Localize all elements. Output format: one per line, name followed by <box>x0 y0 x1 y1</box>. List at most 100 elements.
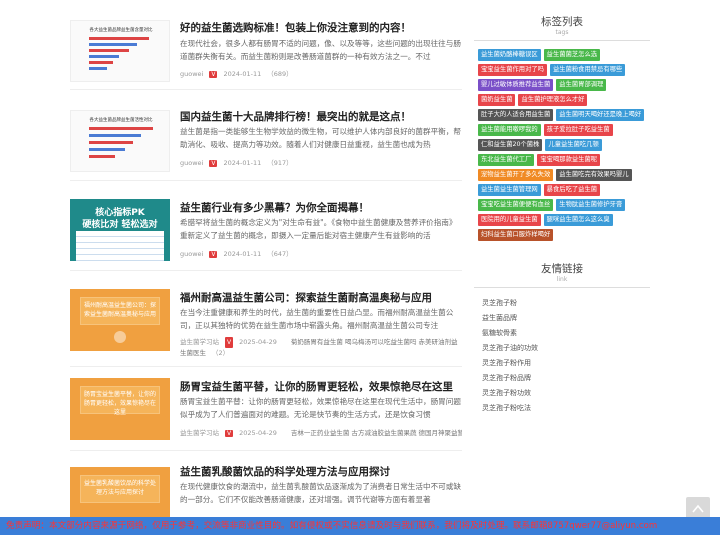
friend-link[interactable]: 灵芝孢子油的功效 <box>482 341 642 356</box>
article-title[interactable]: 益生菌乳酸菌饮品的科学处理方法与应用探讨 <box>180 464 462 479</box>
list-item: 各大益生菌品牌益生菌含量对比 好的益生菌选购标准！包装上你没注意到的内容！ 在现… <box>70 0 462 90</box>
tag-link[interactable]: 宝宝喝那款益生菌呢 <box>537 154 601 166</box>
divider <box>474 40 650 41</box>
article-summary: 希腊罕将益生菌的概念定义为"对生命有益"。《食物中益生菌健康及营养评价指南》重新… <box>180 218 457 240</box>
links-subtitle: link <box>556 276 568 283</box>
view-count: （917） <box>267 159 293 167</box>
tag-link[interactable]: 生物肽益生菌修护牙膏 <box>556 199 626 211</box>
divider <box>474 287 650 288</box>
tag-link[interactable]: 医院用的儿童益生菌 <box>478 214 541 226</box>
tag-link[interactable]: 婴儿过敏体质推荐益生菌 <box>478 79 554 91</box>
publish-date: 2024-01-11 <box>223 250 262 258</box>
verified-badge: V <box>209 71 218 78</box>
list-item: 各大益生菌品牌益生菌活性对比 国内益生菌十大品牌排行榜！最突出的就是这点！ 益生… <box>70 90 462 181</box>
friend-link[interactable]: 灵芝孢子粉品牌 <box>482 371 642 386</box>
tag-link[interactable]: 益生菌粉食用禁忌有哪些 <box>549 64 626 76</box>
article-meta: guowei V 2024-01-11 （647） <box>180 248 462 258</box>
list-item: 肠胃宝益生菌平替，让你的肠胃更轻松，效果惊艳尽在这里 肠胃宝益生菌平替，让你的肠… <box>70 367 462 451</box>
article-summary: 在当今注重健康和养生的时代，益生菌的重要性日益凸显。而福州耐高温益生菌公司，正以… <box>180 308 454 330</box>
list-item: 核心指标PK 硬核比对 轻松选对 益生菌行业有多少黑幕？为你全面揭幕！ 希腊罕将… <box>70 181 462 271</box>
view-count: （689） <box>267 70 293 78</box>
article-title[interactable]: 好的益生菌选购标准！包装上你没注意到的内容！ <box>180 20 462 35</box>
friend-link[interactable]: 氨糖软骨素 <box>482 326 642 341</box>
disclaimer-text: 免责声明：本文部分内容来源于网络，仅用于参考，交流等非商业性目的。如有侵权或不实… <box>6 521 658 531</box>
sidebar: 标签列表 tags 益生菌奶酪棒糖误区 益生菌菌芝怎么选 宝宝益生菌作用对了吗 益生菌… <box>474 0 650 416</box>
article-title[interactable]: 国内益生菌十大品牌排行榜！最突出的就是这点！ <box>180 109 462 124</box>
tag-link[interactable]: 暴食后吃了益生菌 <box>543 184 601 196</box>
tag-link[interactable]: 益生菌吃完有效果吗婴儿 <box>556 169 632 181</box>
publish-date: 2024-01-11 <box>223 70 262 78</box>
article-thumbnail[interactable]: 肠胃宝益生菌平替，让你的肠胃更轻松，效果惊艳尽在这里 <box>70 378 170 440</box>
article-list: 各大益生菌品牌益生菌含量对比 好的益生菌选购标准！包装上你没注意到的内容！ 在现… <box>70 0 462 531</box>
tag-link[interactable]: 儿童益生菌吃几顿 <box>545 139 602 151</box>
tag-link[interactable]: 益生菌奶酪棒糖误区 <box>478 49 541 61</box>
article-summary: 肠胃宝益生菌平替：让你的肠胃更轻松，效果惊艳尽在这里在现代生活中，肠胃问题似乎成… <box>180 397 461 419</box>
thumbnail-caption: 各大益生菌品牌益生菌含量对比 <box>89 28 153 33</box>
author-name[interactable]: guowei <box>180 70 203 78</box>
view-count: （647） <box>267 250 293 258</box>
article-summary: 在现代社会，很多人都有肠胃不适的问题，像、以及等等，这些问题的出现往往与肠道菌群… <box>180 39 461 61</box>
article-summary: 在现代健康饮食的潮流中，益生菌乳酸菌饮品逐渐成为了消费者日常生活中不可或缺的一部… <box>180 482 461 504</box>
article-thumbnail[interactable]: 各大益生菌品牌益生菌含量对比 <box>70 20 170 82</box>
article-meta: guowei V 2024-01-11 （689） <box>180 68 462 78</box>
tag-link[interactable]: 宝宝吃益生菌便便有血丝 <box>478 199 554 211</box>
list-item: 福州耐高温益生菌公司：探索益生菌耐高温奥秘与应用 福州耐高温益生菌公司：探索益生… <box>70 271 462 367</box>
verified-badge: V <box>225 337 234 348</box>
disclaimer-bar: 免责声明：本文部分内容来源于网络，仅用于参考，交流等非商业性目的。如有侵权或不实… <box>0 517 720 535</box>
tag-link[interactable]: 益生菌益生菌管理网 <box>478 184 541 196</box>
tag-link[interactable]: 肚子大的人适合用益生菌 <box>478 109 554 121</box>
thumbnail-caption: 各大益生菌品牌益生菌活性对比 <box>89 118 153 123</box>
emblem-icon <box>114 331 126 343</box>
verified-badge: V <box>209 160 218 167</box>
author-name[interactable]: 益生菌学习站 <box>180 429 219 437</box>
tag-link[interactable]: 东北益生菌代工厂 <box>478 154 535 166</box>
author-name[interactable]: guowei <box>180 250 203 258</box>
friend-link[interactable]: 灵芝孢子粉吃法 <box>482 401 642 416</box>
verified-badge: V <box>209 251 218 258</box>
chevron-up-icon <box>692 504 704 513</box>
tag-link[interactable]: 腿咪益生菌怎么这么臭 <box>543 214 613 226</box>
article-thumbnail[interactable]: 福州耐高温益生菌公司：探索益生菌耐高温奥秘与应用 <box>70 289 170 351</box>
article-meta: guowei V 2024-01-11 （917） <box>180 157 462 167</box>
friend-link[interactable]: 灵芝孢子粉功效 <box>482 386 642 401</box>
thumbnail-subheading: 硬核比对 轻松选对 <box>82 220 158 230</box>
article-title[interactable]: 益生菌行业有多少黑幕？为你全面揭幕！ <box>180 200 462 215</box>
page: 各大益生菌品牌益生菌含量对比 好的益生菌选购标准！包装上你没注意到的内容！ 在现… <box>0 0 720 540</box>
tag-link[interactable]: 益生菌能用嗽啰我的 <box>478 124 541 136</box>
tag-link[interactable]: 孩子爱拉肚子吃益生菌 <box>543 124 613 136</box>
tag-link[interactable]: 益生菌明天喝好还是晚上喝好 <box>556 109 645 121</box>
article-thumbnail[interactable]: 核心指标PK 硬核比对 轻松选对 <box>70 199 170 261</box>
tag-link[interactable]: 妇科益生菌口服炸样喝好 <box>478 229 554 241</box>
friend-link[interactable]: 灵芝孢子粉作用 <box>482 356 642 371</box>
author-name[interactable]: 益生菌学习站 <box>180 338 219 346</box>
tag-link[interactable]: 宠物益生菌开了多久失效 <box>478 169 554 181</box>
article-meta: 益生菌学习站 V 2025-04-29 吉林一正药业益生菌 古方减油胶益生菌果蔬 德国… <box>180 427 462 437</box>
thumbnail-caption: 福州耐高温益生菌公司：探索益生菌耐高温奥秘与应用 <box>83 302 156 318</box>
publish-date: 2025-04-29 <box>239 338 277 346</box>
publish-date: 2024-01-11 <box>223 159 262 167</box>
thumbnail-caption: 肠胃宝益生菌平替，让你的肠胃更轻松，效果惊艳尽在这里 <box>83 391 156 416</box>
publish-date: 2025-04-29 <box>239 429 277 437</box>
tag-link[interactable]: 仁和益生菌20个菌株 <box>478 139 543 151</box>
view-count: （2） <box>212 349 230 357</box>
friend-link[interactable]: 益生菌品牌 <box>482 311 642 326</box>
verified-badge: V <box>225 430 234 437</box>
article-thumbnail[interactable]: 各大益生菌品牌益生菌活性对比 <box>70 110 170 172</box>
tag-link[interactable]: 菌奶益生菌 <box>478 94 516 106</box>
article-summary: 益生菌是指一类能够生生物学效益的微生物，可以维护人体内部良好的菌群平衡，帮助消化… <box>180 127 461 149</box>
tag-link[interactable]: 宝宝益生菌作用对了吗 <box>478 64 547 76</box>
tag-link[interactable]: 益生菌胃部调理 <box>556 79 607 91</box>
author-name[interactable]: guowei <box>180 159 203 167</box>
friend-link[interactable]: 灵芝孢子粉 <box>482 296 642 311</box>
tag-link[interactable]: 益生菌护理液怎么才好 <box>518 94 588 106</box>
tag-cloud: 益生菌奶酪棒糖误区 益生菌菌芝怎么选宝宝益生菌作用对了吗 益生菌粉食用禁忌有哪些婴儿… <box>474 49 650 241</box>
tags-title: 标签列表 <box>541 16 583 28</box>
article-title[interactable]: 福州耐高温益生菌公司：探索益生菌耐高温奥秘与应用 <box>180 290 462 305</box>
tag-link[interactable]: 益生菌菌芝怎么选 <box>543 49 601 61</box>
friend-links: 灵芝孢子粉 益生菌品牌 氨糖软骨素 灵芝孢子油的功效 灵芝孢子粉作用 灵芝孢子粉品牌 灵芝孢… <box>474 296 650 416</box>
thumbnail-caption: 益生菌乳酸菌饮品的科学处理方法与应用探讨 <box>83 480 156 496</box>
article-meta: 益生菌学习站 V 2025-04-29 菊奶肠胃有益生菌 喝乌梅汤可以吃益生菌吗 赤美… <box>180 337 462 359</box>
article-tags[interactable]: 吉林一正药业益生菌 古方减油胶益生菌果蔬 德国月神聚益暂益生菌 <box>291 429 462 437</box>
tags-subtitle: tags <box>555 29 569 36</box>
article-title[interactable]: 肠胃宝益生菌平替，让你的肠胃更轻松，效果惊艳尽在这里 <box>180 379 462 394</box>
